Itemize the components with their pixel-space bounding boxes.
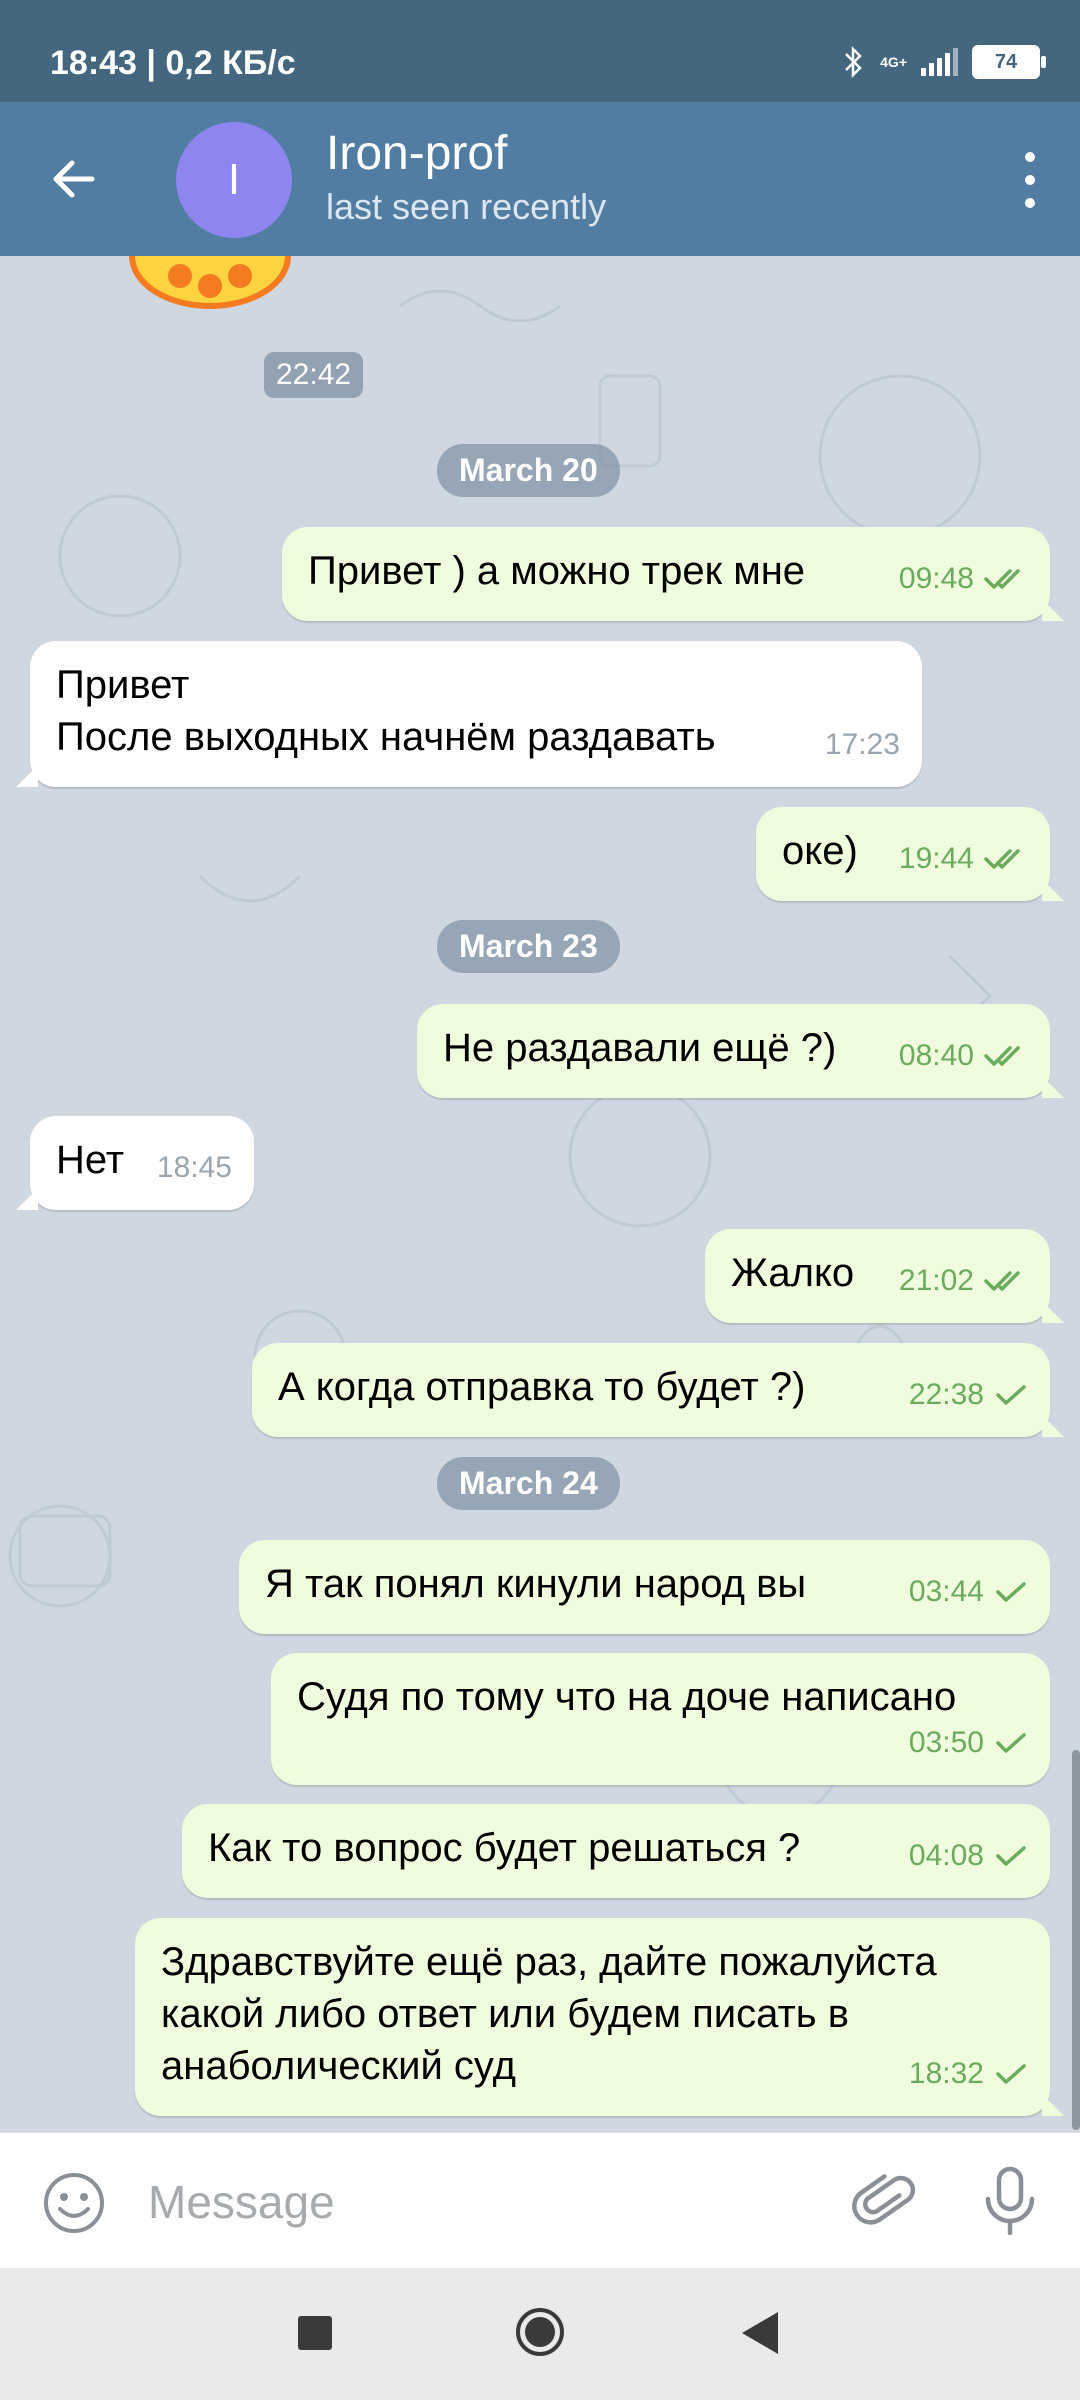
- message-time: 18:45: [156, 1151, 232, 1184]
- message-time: 04:08: [908, 1839, 984, 1872]
- more-vert-icon[interactable]: [1020, 152, 1040, 208]
- recents-button[interactable]: [298, 2316, 332, 2350]
- message-outgoing[interactable]: Не раздавали ещё ?) 08:40: [417, 1004, 1064, 1098]
- message-outgoing[interactable]: Судя по тому что на доче написано 03:50: [271, 1653, 1050, 1785]
- message-text: Судя по тому что на доче написано: [297, 1675, 957, 1719]
- back-arrow-icon[interactable]: [42, 147, 106, 211]
- bluetooth-icon: [845, 45, 862, 79]
- check-icon: [994, 1580, 1028, 1604]
- signal-icon: [921, 48, 958, 76]
- battery-icon: 74: [972, 45, 1046, 79]
- message-time: 09:48: [898, 562, 974, 595]
- message-time: 03:50: [908, 1726, 984, 1759]
- message-text: Как то вопрос будет решаться ?: [208, 1826, 801, 1870]
- status-bar: 18:43 | 0,2 КБ/с 4G+ 74: [0, 0, 1080, 102]
- message-outgoing[interactable]: Жалко 21:02: [705, 1229, 1064, 1323]
- message-text: Привет После выходных начнём раздавать: [56, 663, 716, 759]
- message-input[interactable]: [146, 2163, 750, 2241]
- double-check-icon: [984, 1269, 1028, 1293]
- double-check-icon: [984, 567, 1028, 591]
- message-time: 08:40: [898, 1039, 974, 1072]
- check-icon: [994, 1844, 1028, 1868]
- message-text: А когда отправка то будет ?): [278, 1365, 806, 1409]
- mic-icon[interactable]: [975, 2163, 1045, 2239]
- message-time: 03:44: [908, 1575, 984, 1608]
- message-time: 19:44: [898, 842, 974, 875]
- check-icon: [994, 1731, 1028, 1755]
- check-icon: [994, 2062, 1028, 2086]
- message-text: оке): [782, 829, 858, 873]
- check-icon: [994, 1383, 1028, 1407]
- double-check-icon: [984, 847, 1028, 871]
- home-button[interactable]: [514, 2306, 566, 2358]
- message-text: Я так понял кинули народ вы: [265, 1562, 807, 1606]
- message-incoming[interactable]: Привет После выходных начнём раздавать 1…: [16, 641, 922, 787]
- message-time: 21:02: [898, 1264, 974, 1297]
- chat-area[interactable]: 22:42 March 20 March 23 March 24 Привет …: [0, 256, 1080, 2132]
- network-type: 4G+: [880, 54, 907, 70]
- message-outgoing[interactable]: Как то вопрос будет решаться ? 04:08: [182, 1804, 1050, 1898]
- message-time: 22:38: [908, 1378, 984, 1411]
- double-check-icon: [984, 1044, 1028, 1068]
- scrollbar[interactable]: [1072, 1750, 1080, 2130]
- message-outgoing[interactable]: А когда отправка то будет ?) 22:38: [252, 1343, 1064, 1437]
- message-text: Здравствуйте ещё раз, дайте пожалуйста к…: [161, 1940, 937, 2088]
- nav-back-button[interactable]: [740, 2310, 780, 2356]
- attach-icon[interactable]: [850, 2167, 920, 2237]
- message-text: Жалко: [731, 1251, 855, 1295]
- contact-status: last seen recently: [326, 186, 607, 227]
- date-separator: March 20: [437, 444, 620, 497]
- message-text: Не раздавали ещё ?): [443, 1026, 837, 1070]
- avatar[interactable]: I: [176, 122, 292, 238]
- contact-name[interactable]: Iron-prof: [326, 126, 507, 181]
- sticker-time: 22:42: [264, 352, 364, 398]
- system-nav-bar: [0, 2268, 1080, 2400]
- chat-header: I Iron-prof last seen recently: [0, 102, 1080, 256]
- message-time: 17:23: [824, 728, 900, 761]
- message-time: 18:32: [908, 2057, 984, 2090]
- date-separator: March 24: [437, 1457, 620, 1510]
- message-outgoing[interactable]: Привет ) а можно трек мне 09:48: [282, 527, 1064, 621]
- message-text: Нет: [56, 1138, 125, 1182]
- message-incoming[interactable]: Нет 18:45: [16, 1116, 254, 1210]
- message-outgoing[interactable]: оке) 19:44: [756, 807, 1064, 901]
- message-text: Привет ) а можно трек мне: [308, 549, 806, 593]
- emoji-icon[interactable]: [42, 2171, 106, 2235]
- status-time: 18:43 | 0,2 КБ/с: [50, 44, 296, 82]
- sticker-image[interactable]: [110, 256, 310, 326]
- message-outgoing[interactable]: Здравствуйте ещё раз, дайте пожалуйста к…: [135, 1918, 1064, 2116]
- date-separator: March 23: [437, 920, 620, 973]
- status-icons: 4G+ 74: [842, 40, 1046, 84]
- message-composer: [0, 2132, 1080, 2269]
- message-outgoing[interactable]: Я так понял кинули народ вы 03:44: [239, 1540, 1050, 1634]
